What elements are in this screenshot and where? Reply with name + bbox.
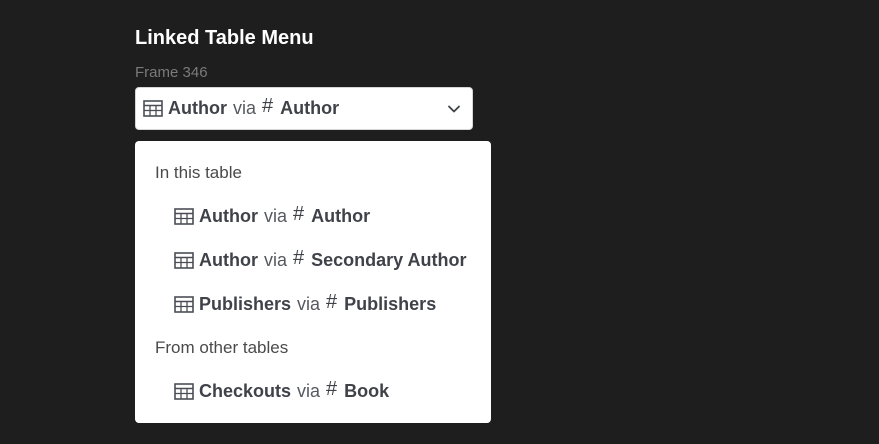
option-table-name: Author (199, 205, 258, 226)
option-via-label: via (297, 380, 321, 401)
option-table-name: Author (199, 249, 258, 270)
table-icon (174, 207, 194, 225)
hash-icon: # (293, 202, 305, 225)
option-column-name: Book (344, 380, 390, 401)
option-column-name: Publishers (344, 293, 437, 314)
table-icon (174, 382, 194, 400)
option-via-label: via (297, 293, 321, 314)
menu-item-publishers-via-publishers[interactable]: Publishers via # Publishers (174, 289, 436, 319)
selected-column-name: Author (280, 98, 340, 118)
option-column-name: Author (311, 205, 371, 226)
menu-item-author-via-secondary-author[interactable]: Author via # Secondary Author (174, 245, 466, 275)
table-icon (174, 251, 194, 269)
option-table-name: Checkouts (199, 380, 292, 401)
option-via-label: via (263, 249, 287, 270)
hash-icon: # (293, 246, 305, 269)
linked-table-select[interactable]: Author via # Author (135, 87, 473, 130)
hash-icon: # (262, 95, 274, 117)
table-icon (143, 100, 163, 117)
selected-via-label: via (232, 98, 256, 118)
group-heading-in-this-table: In this table (155, 163, 242, 182)
menu-item-author-via-author[interactable]: Author via # Author (174, 201, 370, 231)
menu-item-checkouts-via-book[interactable]: Checkouts via # Book (174, 376, 389, 406)
selected-table-name: Author (168, 98, 227, 118)
hash-icon: # (326, 377, 338, 400)
frame-label: Frame 346 (135, 64, 208, 81)
option-via-label: via (263, 205, 287, 226)
page-title: Linked Table Menu (135, 27, 314, 49)
option-table-name: Publishers (199, 293, 292, 314)
table-icon (174, 295, 194, 313)
option-column-name: Secondary Author (311, 249, 467, 270)
group-heading-from-other-tables: From other tables (155, 338, 289, 357)
hash-icon: # (326, 290, 338, 313)
dropdown-menu: In this table Author via # Author Author… (135, 141, 491, 423)
chevron-down-icon[interactable] (446, 101, 462, 117)
